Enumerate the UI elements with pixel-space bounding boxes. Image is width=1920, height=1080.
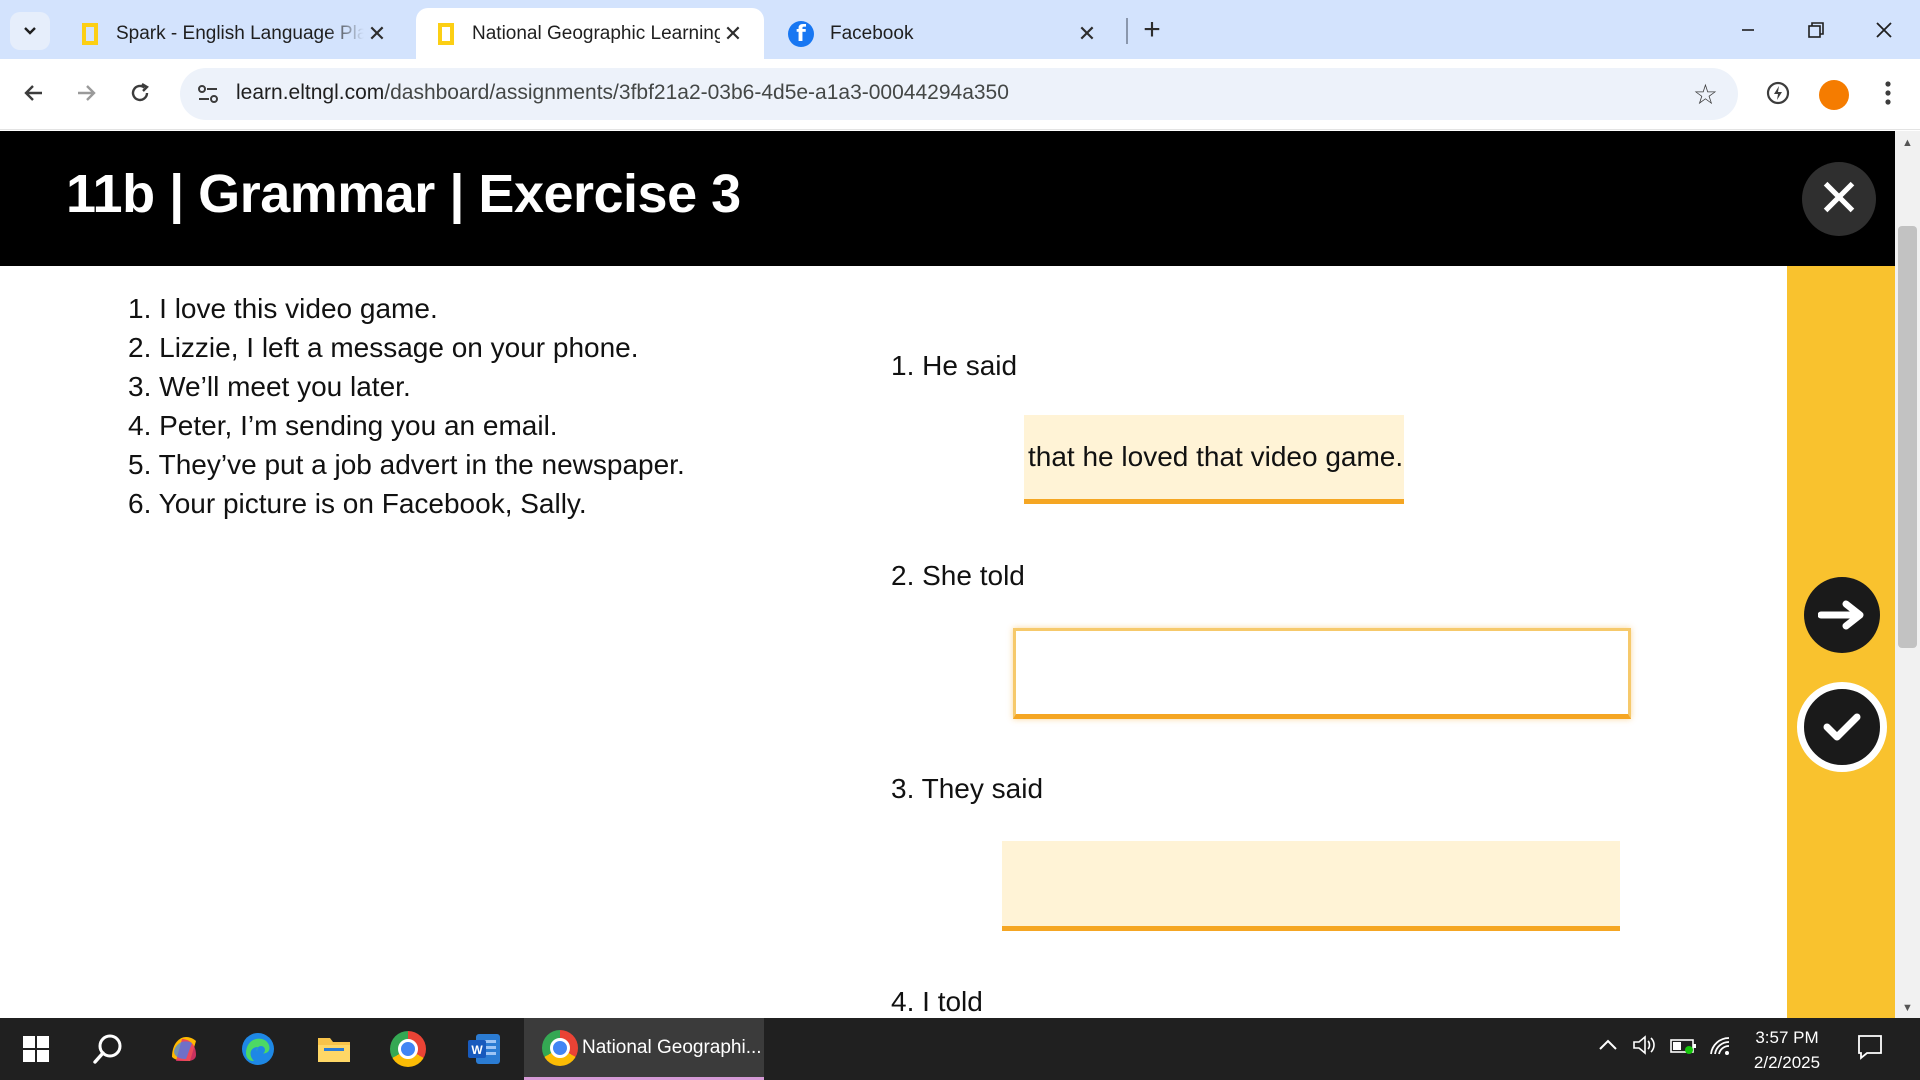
natgeo-icon (438, 22, 454, 45)
tab-national-geographic[interactable]: National Geographic Learning ✕ (416, 8, 764, 59)
list-item: 4. Peter, I’m sending you an email. (128, 410, 558, 441)
performance-button[interactable] (1756, 71, 1800, 115)
source-sentences: 1. I love this video game. 2. Lizzie, I … (128, 289, 685, 523)
url-host: learn.eltngl.com (236, 81, 385, 104)
search-icon (93, 1034, 122, 1064)
windows-taskbar: W National Geographi... 3:57 PM 2/2/2025 (0, 1018, 1920, 1080)
restore-button[interactable] (1788, 8, 1844, 52)
chevron-down-icon (24, 27, 36, 35)
answer-field-3[interactable] (1002, 841, 1620, 931)
natgeo-icon (82, 22, 98, 45)
answer-field-1[interactable]: that he loved that video game. (1024, 415, 1404, 504)
tab-title: Spark - English Language Platfo (116, 22, 364, 44)
question-label-3: 3. They said (891, 773, 1044, 804)
reload-button[interactable] (118, 71, 162, 115)
chrome-icon (390, 1031, 426, 1067)
tab-title: National Geographic Learning (472, 22, 720, 44)
list-item: 1. I love this video game. (128, 293, 438, 324)
page-scrollbar[interactable]: ▲ ▼ (1895, 131, 1920, 1018)
taskbar-window-title: National Geographi... (582, 1036, 762, 1058)
arrow-right-icon (1818, 600, 1864, 630)
list-item: 6. Your picture is on Facebook, Sally. (128, 488, 587, 519)
word-button[interactable]: W (462, 1027, 506, 1071)
back-button[interactable] (12, 71, 56, 115)
list-item: 5. They’ve put a job advert in the newsp… (128, 449, 685, 480)
new-tab-button[interactable]: + (1136, 12, 1168, 48)
close-tab-icon[interactable]: ✕ (720, 21, 746, 47)
file-explorer-button[interactable] (312, 1027, 356, 1071)
next-button[interactable] (1804, 577, 1880, 653)
arrow-left-icon (24, 85, 42, 101)
checkmark-icon (1823, 713, 1861, 741)
volume-icon[interactable] (1632, 1034, 1656, 1061)
edge-icon (242, 1033, 274, 1065)
chevron-up-icon (1599, 1039, 1617, 1050)
browser-toolbar: learn.eltngl.com/dashboard/assignments/3… (0, 59, 1920, 130)
system-clock[interactable]: 3:57 PM 2/2/2025 (1742, 1025, 1832, 1075)
question-label-4: 4. I told (891, 986, 983, 1017)
page-content: 11b | Grammar | Exercise 3 ✕ 1. I love t… (0, 131, 1895, 1018)
menu-button[interactable] (1866, 71, 1910, 115)
close-tab-icon[interactable]: ✕ (364, 21, 390, 47)
tab-bar: Spark - English Language Platfo ✕ Nation… (0, 0, 1920, 59)
bookmark-star-icon[interactable]: ☆ (1693, 78, 1718, 111)
close-icon: ✕ (1817, 170, 1861, 228)
forward-button[interactable] (64, 71, 108, 115)
tab-facebook[interactable]: f Facebook ✕ (770, 8, 1118, 59)
chrome-icon (542, 1029, 578, 1066)
list-item: 3. We’ll meet you later. (128, 371, 411, 402)
close-icon (1876, 22, 1892, 38)
answer-field-2[interactable] (1013, 628, 1631, 719)
clock-date: 2/2/2025 (1753, 1053, 1821, 1072)
profile-avatar[interactable] (1819, 80, 1849, 110)
notification-icon (1858, 1035, 1882, 1060)
scroll-up-arrow-icon[interactable]: ▲ (1902, 137, 1913, 149)
svg-text:W: W (471, 1043, 483, 1057)
speed-icon (1766, 81, 1790, 105)
chrome-button[interactable] (388, 1027, 432, 1071)
scroll-down-arrow-icon[interactable]: ▼ (1902, 1002, 1913, 1014)
close-exercise-button[interactable]: ✕ (1802, 162, 1876, 236)
windows-logo-icon (23, 1036, 49, 1062)
url-text[interactable]: learn.eltngl.com/dashboard/assignments/3… (236, 81, 1009, 105)
page-title: 11b | Grammar | Exercise 3 (66, 164, 741, 224)
notification-button[interactable] (1856, 1033, 1884, 1066)
show-hidden-icons-button[interactable] (1598, 1036, 1618, 1057)
minimize-button[interactable] (1720, 8, 1776, 52)
copilot-icon (172, 1037, 196, 1061)
reload-icon (131, 82, 149, 102)
more-vertical-icon (1885, 81, 1891, 105)
wifi-icon[interactable] (1708, 1034, 1734, 1063)
question-label-1: 1. He said (891, 350, 1018, 381)
url-path: /dashboard/assignments/3fbf21a2-03b6-4d5… (384, 81, 1009, 104)
scrollbar-thumb[interactable] (1898, 226, 1917, 648)
question-label-2: 2. She told (891, 560, 1025, 591)
list-item: 2. Lizzie, I left a message on your phon… (128, 332, 639, 363)
battery-icon[interactable] (1670, 1037, 1698, 1060)
tab-divider (1126, 18, 1128, 44)
search-button[interactable] (86, 1027, 130, 1071)
edge-button[interactable] (236, 1027, 280, 1071)
exercise-header: 11b | Grammar | Exercise 3 ✕ (0, 131, 1895, 266)
tab-title: Facebook (830, 22, 914, 44)
copilot-button[interactable] (162, 1027, 206, 1071)
folder-icon (318, 1038, 350, 1062)
check-answers-button[interactable] (1797, 682, 1887, 772)
tab-search-dropdown-button[interactable] (10, 12, 50, 50)
start-button[interactable] (14, 1027, 58, 1071)
facebook-icon: f (788, 20, 814, 47)
address-bar[interactable]: learn.eltngl.com/dashboard/assignments/3… (180, 68, 1738, 120)
tab-spark[interactable]: Spark - English Language Platfo ✕ (60, 8, 408, 59)
restore-icon (1808, 22, 1824, 38)
close-window-button[interactable] (1856, 8, 1912, 52)
arrow-right-icon (78, 85, 96, 101)
side-action-panel (1787, 266, 1895, 1018)
taskbar-window-national-geographic[interactable]: National Geographi... (524, 1018, 764, 1080)
clock-time: 3:57 PM (1755, 1028, 1819, 1047)
word-icon: W (468, 1034, 500, 1064)
minimize-icon (1742, 29, 1754, 31)
site-info-icon[interactable] (194, 80, 222, 108)
close-tab-icon[interactable]: ✕ (1074, 21, 1100, 47)
